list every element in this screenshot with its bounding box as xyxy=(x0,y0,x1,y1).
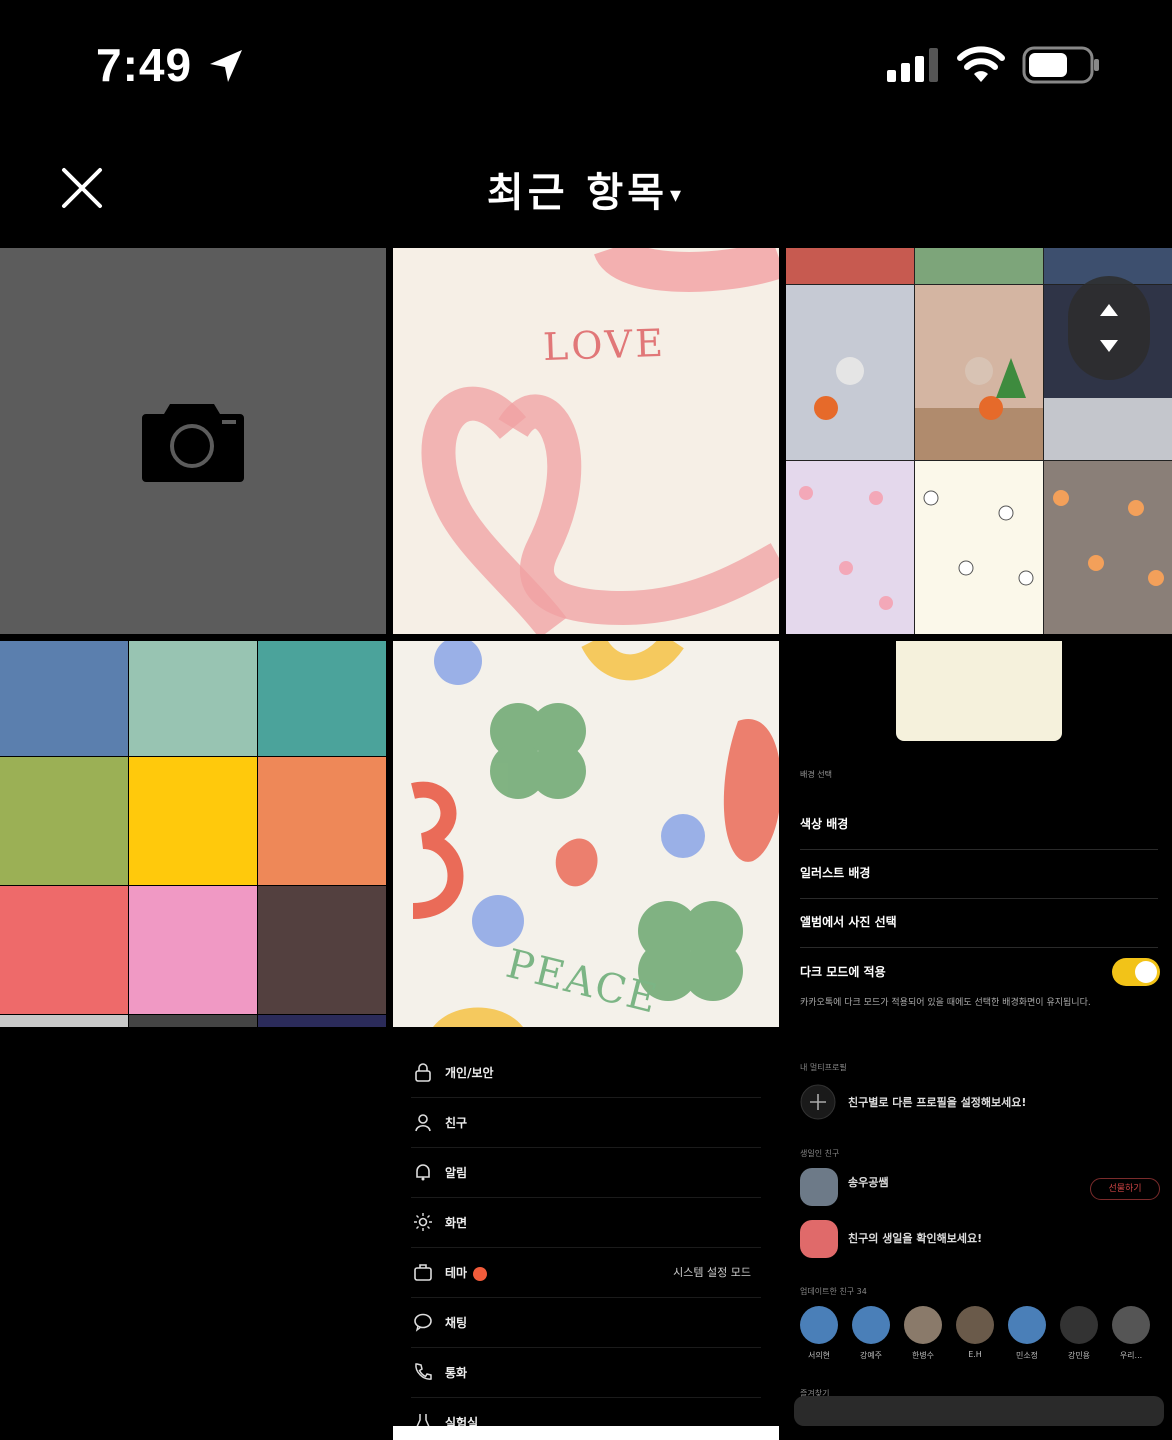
menu-row: 채팅 xyxy=(411,1298,761,1348)
menu-label: 친구 xyxy=(445,1116,468,1130)
scroll-control[interactable] xyxy=(1068,276,1150,380)
friend-name: 강예주 xyxy=(859,1351,883,1360)
palette-swatch xyxy=(129,757,257,885)
settings-item: 다크 모드에 적용 xyxy=(800,965,886,979)
palette-swatch xyxy=(0,1015,128,1027)
photo-thumbnail[interactable]: LOVE xyxy=(393,248,779,634)
multi-profile-prompt: 친구별로 다른 프로필을 설정해보세요! xyxy=(848,1096,1027,1109)
scroll-down-icon[interactable] xyxy=(1100,340,1118,352)
divider xyxy=(800,849,1158,850)
friend-name: 민소정 xyxy=(1015,1351,1039,1360)
palette-swatch xyxy=(129,1015,257,1027)
palette-swatch xyxy=(0,757,128,885)
menu-row: 친구 xyxy=(411,1098,761,1148)
wifi-icon xyxy=(957,46,1005,82)
settings-section-label: 배경 선택 xyxy=(800,770,832,779)
palette-swatch xyxy=(258,641,386,756)
friend-name: 서의현 xyxy=(807,1351,831,1360)
cellular-signal-icon xyxy=(887,48,938,82)
menu-value: 시스템 설정 모드 xyxy=(673,1266,751,1279)
avatar xyxy=(956,1306,994,1344)
avatar xyxy=(800,1168,838,1206)
wallpaper-preview xyxy=(896,641,1062,741)
photo-thumbnail[interactable]: 개인/보안 친구 알림 화면 테마 시스템 설정 모드 채팅 통화 실험실 xyxy=(393,1034,779,1440)
palette-swatch xyxy=(129,641,257,756)
chat-icon xyxy=(414,1313,432,1332)
menu-row: 통화 xyxy=(411,1348,761,1398)
section-label: 내 멀티프로필 xyxy=(800,1063,847,1072)
settings-item: 일러스트 배경 xyxy=(800,866,871,880)
section-label: 생일인 친구 xyxy=(800,1149,840,1158)
birthday-friend-name: 송우공쌤 xyxy=(848,1176,889,1189)
bell-icon xyxy=(416,1164,430,1181)
love-lettering: LOVE xyxy=(542,320,667,370)
menu-label: 테마 xyxy=(445,1264,488,1281)
palette-swatch xyxy=(0,641,128,756)
menu-row: 화면 xyxy=(411,1198,761,1248)
phone-icon xyxy=(415,1363,432,1380)
picker-header: 최근 항목▾ xyxy=(0,130,1172,248)
photo-thumbnail[interactable]: 내 멀티프로필 친구별로 다른 프로필을 설정해보세요! 생일인 친구 송우공쌤… xyxy=(786,1034,1172,1440)
plus-icon xyxy=(800,1084,836,1120)
palette-swatch xyxy=(0,886,128,1014)
photo-thumbnail[interactable] xyxy=(0,1034,386,1440)
settings-item: 앨범에서 사진 선택 xyxy=(800,915,897,929)
menu-label-text: 테마 xyxy=(445,1266,468,1280)
avatar xyxy=(1060,1306,1098,1344)
next-photo-thumbnail[interactable] xyxy=(393,1426,779,1440)
menu-label: 통화 xyxy=(445,1366,468,1380)
photo-thumbnail[interactable]: 배경 선택 색상 배경 일러스트 배경 앨범에서 사진 선택 다크 모드에 적용… xyxy=(786,641,1172,1027)
palette-swatch xyxy=(258,1015,386,1027)
new-badge xyxy=(473,1266,488,1281)
lock-icon xyxy=(415,1063,431,1082)
divider xyxy=(800,898,1158,899)
menu-label: 화면 xyxy=(445,1216,468,1230)
person-icon xyxy=(415,1114,431,1132)
status-bar: 7:49 xyxy=(0,0,1172,130)
section-label: 업데이트한 친구 34 xyxy=(800,1287,867,1296)
avatar xyxy=(852,1306,890,1344)
avatar xyxy=(1112,1306,1150,1344)
menu-label: 알림 xyxy=(445,1166,468,1180)
settings-item: 색상 배경 xyxy=(800,817,849,831)
camera-capture-tile[interactable] xyxy=(0,248,386,634)
bottom-bar xyxy=(794,1396,1164,1426)
avatar xyxy=(904,1306,942,1344)
friend-name: 강민용 xyxy=(1067,1351,1091,1360)
friend-name: 한병수 xyxy=(911,1351,935,1360)
album-title: 최근 항목 xyxy=(486,170,669,216)
palette-swatch xyxy=(258,886,386,1014)
theme-icon xyxy=(414,1264,432,1281)
sun-icon xyxy=(414,1213,432,1231)
camera-icon xyxy=(142,404,244,482)
menu-row: 테마 시스템 설정 모드 xyxy=(411,1248,761,1298)
status-time: 7:49 xyxy=(96,39,193,91)
menu-label: 채팅 xyxy=(445,1316,468,1330)
palette-swatch xyxy=(258,757,386,885)
avatar xyxy=(800,1306,838,1344)
birthday-prompt: 친구의 생일을 확인해보세요! xyxy=(848,1232,983,1245)
chevron-down-icon: ▾ xyxy=(670,182,686,208)
photo-thumbnail[interactable]: PEACE xyxy=(393,641,779,1027)
palette-swatch xyxy=(129,886,257,1014)
friend-name: E.H xyxy=(968,1350,982,1359)
scroll-up-icon[interactable] xyxy=(1100,304,1118,316)
location-arrow-icon xyxy=(210,50,242,82)
avatar xyxy=(1008,1306,1046,1344)
dark-mode-toggle xyxy=(1112,958,1160,986)
menu-row: 개인/보안 xyxy=(411,1048,761,1098)
photo-thumbnail[interactable] xyxy=(0,641,386,1027)
cake-icon xyxy=(800,1220,838,1258)
friend-name: 우리... xyxy=(1119,1351,1143,1360)
menu-label: 개인/보안 xyxy=(445,1066,494,1080)
heart-illustration xyxy=(421,248,779,634)
gift-button: 선물하기 xyxy=(1090,1178,1160,1200)
album-selector[interactable]: 최근 항목▾ xyxy=(0,160,1172,218)
menu-row: 알림 xyxy=(411,1148,761,1198)
photo-thumbnail[interactable] xyxy=(786,248,1172,634)
battery-icon xyxy=(1022,46,1099,84)
divider xyxy=(800,947,1158,948)
settings-description: 카카오톡에 다크 모드가 적용되어 있을 때에도 선택한 배경화면이 유지됩니다… xyxy=(800,998,1091,1008)
